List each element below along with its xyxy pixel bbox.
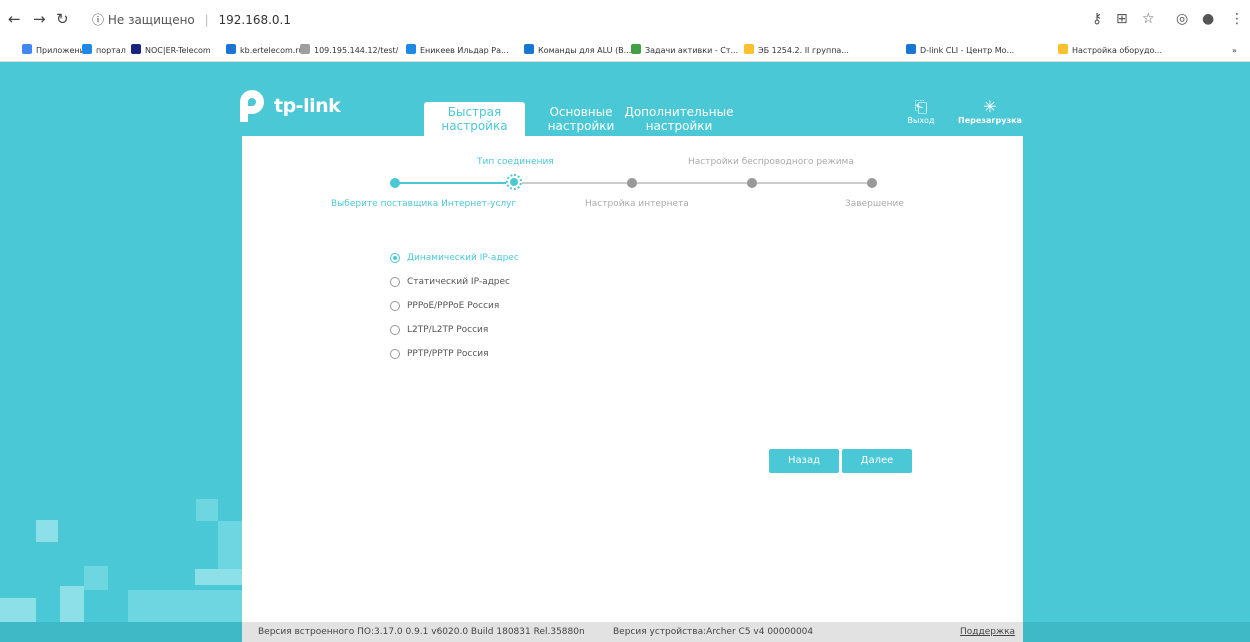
- next-button[interactable]: Далее: [842, 449, 912, 473]
- bookmark-icon: [524, 44, 534, 54]
- router-page: tp-link Быстрая настройка Основные настрой…: [0, 62, 1250, 642]
- decor-tile: [196, 499, 218, 521]
- setup-panel: [242, 136, 1023, 642]
- bookmark-item[interactable]: 109.195.144.12/test/: [300, 44, 398, 58]
- bookmark-item[interactable]: портал: [82, 44, 126, 58]
- option-l2tp[interactable]: L2TP/L2TP Россия: [390, 323, 488, 337]
- logout-icon: ⎗: [914, 97, 928, 116]
- bookmark-item[interactable]: Приложения: [22, 44, 90, 58]
- support-link[interactable]: Поддержка: [960, 622, 1015, 642]
- account-icon[interactable]: ●: [1202, 10, 1214, 28]
- bookmark-icon: [744, 44, 754, 54]
- bookmark-item[interactable]: kb.ertelecom.ru: [226, 44, 304, 58]
- apps-icon: [22, 44, 32, 54]
- radio-button[interactable]: [390, 325, 400, 335]
- browser-toolbar: ← → ↻ ⓘ Не защищено | 192.168.0.1 ⚷ ⊞ ☆ …: [0, 0, 1250, 38]
- step-dot: [747, 178, 757, 188]
- bookmark-item[interactable]: Команды для ALU (В...: [524, 44, 631, 58]
- menu-icon[interactable]: ⋮: [1230, 10, 1244, 28]
- step-wireless: Настройки беспроводного режима: [688, 157, 854, 167]
- step-dot: [390, 178, 400, 188]
- insecure-label: Не защищено: [107, 13, 195, 27]
- back-arrow-icon[interactable]: ←: [8, 10, 21, 28]
- firmware-version: Версия встроенного ПО:3.17.0 0.9.1 v6020…: [258, 627, 585, 637]
- tab-advanced[interactable]: Дополнительные настройки: [619, 102, 739, 136]
- tab-basic[interactable]: Основные настройки: [546, 102, 616, 136]
- logout-button[interactable]: ⎗ Выход: [898, 97, 944, 126]
- bookmark-item[interactable]: Задачи активки - Ст...: [631, 44, 738, 58]
- footer: Версия встроенного ПО:3.17.0 0.9.1 v6020…: [242, 622, 1023, 642]
- decor-tile: [128, 590, 242, 622]
- bookmark-icon: [631, 44, 641, 54]
- info-icon[interactable]: ⓘ: [92, 13, 104, 27]
- option-dynamic-ip[interactable]: Динамический IP-адрес: [390, 251, 519, 265]
- option-static-ip[interactable]: Статический IP-адрес: [390, 275, 510, 289]
- bookmark-icon: [406, 44, 416, 54]
- page-icon: [300, 44, 310, 54]
- folder-icon: [1058, 44, 1068, 54]
- bookmark-icon: [906, 44, 916, 54]
- logo-text: tp-link: [274, 95, 341, 117]
- tab-quick-setup[interactable]: Быстрая настройка: [424, 102, 525, 136]
- bookmark-item[interactable]: D-link CLI - Центр Мо...: [906, 44, 1014, 58]
- radio-button[interactable]: [390, 301, 400, 311]
- key-icon[interactable]: ⚷: [1092, 10, 1102, 28]
- step-finish: Завершение: [845, 199, 904, 209]
- translate-icon[interactable]: ⊞: [1116, 10, 1128, 28]
- decor-tile: [0, 598, 36, 622]
- bookmarks-bar: Приложения портал NOC|ER-Telecom kb.erte…: [0, 38, 1250, 62]
- bookmark-item[interactable]: Еникеев Ильдар Ра...: [406, 44, 509, 58]
- step-isp: Выберите поставщика Интернет-услуг: [331, 199, 517, 209]
- extension-icon[interactable]: ◎: [1176, 10, 1188, 28]
- radio-button[interactable]: [390, 277, 400, 287]
- bookmark-icon: [82, 44, 92, 54]
- radio-button[interactable]: [390, 349, 400, 359]
- more-bookmarks[interactable]: »: [1232, 44, 1237, 58]
- reload-icon[interactable]: ↻: [56, 10, 69, 28]
- option-pptp[interactable]: PPTP/PPTP Россия: [390, 347, 489, 361]
- option-pppoe[interactable]: PPPoE/PPPoE Россия: [390, 299, 499, 313]
- progress-line-done: [394, 182, 514, 184]
- decor-tile: [36, 520, 58, 542]
- forward-arrow-icon[interactable]: →: [33, 10, 46, 28]
- radio-button[interactable]: [390, 253, 400, 263]
- back-button[interactable]: Назад: [769, 449, 839, 473]
- step-dot: [867, 178, 877, 188]
- reboot-icon: ✳: [983, 97, 997, 116]
- decor-tile: [195, 569, 242, 585]
- bookmark-item[interactable]: NOC|ER-Telecom: [131, 44, 211, 58]
- reboot-button[interactable]: ✳ Перезагрузка: [950, 97, 1030, 126]
- address-bar[interactable]: ⓘ Не защищено | 192.168.0.1: [92, 9, 1112, 31]
- step-dot: [627, 178, 637, 188]
- bookmark-icon: [131, 44, 141, 54]
- progress-line-todo: [514, 182, 872, 184]
- bookmark-icon: [226, 44, 236, 54]
- decor-tile: [84, 566, 108, 590]
- step-dot-current: [506, 174, 522, 190]
- hardware-version: Версия устройства:Archer C5 v4 00000004: [613, 627, 814, 637]
- decor-tile: [60, 586, 84, 622]
- step-internet: Настройка интернета: [585, 199, 689, 209]
- step-connection-type: Тип соединения: [477, 157, 554, 167]
- bookmark-item[interactable]: Настройка оборудо...: [1058, 44, 1162, 58]
- url-text: 192.168.0.1: [218, 13, 292, 27]
- tp-link-logo: tp-link: [232, 86, 341, 126]
- tp-link-logo-icon: [240, 90, 264, 122]
- star-icon[interactable]: ☆: [1142, 10, 1155, 28]
- bookmark-item[interactable]: ЭБ 1254.2. II группа...: [744, 44, 849, 58]
